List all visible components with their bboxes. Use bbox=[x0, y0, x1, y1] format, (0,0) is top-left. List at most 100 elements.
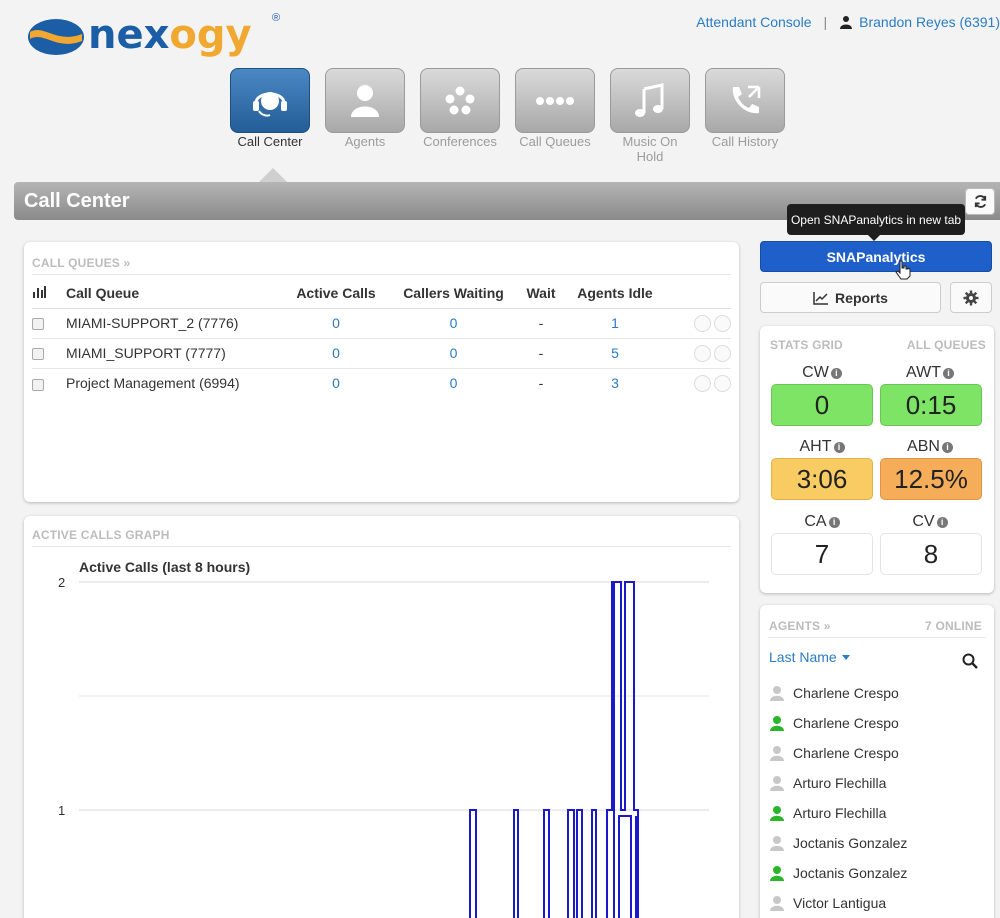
attendant-console-link[interactable]: Attendant Console bbox=[696, 14, 811, 30]
stat-value-ca: 7 bbox=[771, 533, 873, 575]
agent-list-item[interactable]: Victor Lantigua bbox=[769, 888, 979, 918]
nav-tile-label: Music On Hold bbox=[622, 134, 678, 164]
agent-list-item[interactable]: Charlene Crespo bbox=[769, 678, 979, 708]
agent-name: Victor Lantigua bbox=[793, 895, 887, 911]
stat-value-awt: 0:15 bbox=[880, 384, 982, 426]
info-icon[interactable]: i bbox=[941, 442, 953, 453]
info-icon[interactable]: i bbox=[936, 517, 948, 528]
agent-offline-icon bbox=[770, 686, 784, 701]
agents-panel: AGENTS » 7 ONLINE Last Name Charlene Cre… bbox=[760, 605, 994, 918]
snapanalytics-button[interactable]: SNAPanalytics bbox=[760, 241, 992, 280]
snapanalytics-tooltip: Open SNAPanalytics in new tab bbox=[787, 204, 965, 241]
active-calls-value[interactable]: 0 bbox=[286, 338, 386, 369]
nav-tile-call-queues[interactable]: Call Queues bbox=[515, 68, 595, 164]
queue-settings-icon[interactable] bbox=[714, 344, 731, 362]
agents-idle-value[interactable]: 1 bbox=[561, 308, 669, 339]
caret-down-icon bbox=[841, 655, 850, 660]
column-header-agents-idle[interactable]: Agents Idle bbox=[561, 278, 669, 309]
column-header-callers-waiting[interactable]: Callers Waiting bbox=[386, 278, 521, 309]
agent-offline-icon bbox=[770, 836, 784, 851]
agent-name: Charlene Crespo bbox=[793, 715, 899, 731]
agent-list-item[interactable]: Arturo Flechilla bbox=[769, 768, 979, 798]
active-calls-value[interactable]: 0 bbox=[286, 368, 386, 398]
info-icon[interactable]: i bbox=[942, 368, 954, 379]
nav-tile-conferences[interactable]: Conferences bbox=[420, 68, 500, 164]
agents-sort-dropdown[interactable]: Last Name bbox=[769, 649, 850, 665]
callers-waiting-value[interactable]: 0 bbox=[386, 368, 521, 398]
y-tick-label-1: 1 bbox=[58, 803, 65, 818]
y-tick-label-2: 2 bbox=[58, 575, 65, 590]
headset-icon bbox=[253, 91, 287, 116]
call-queues-table: Call Queue Active Calls Callers Waiting … bbox=[32, 278, 731, 398]
queue-settings-icon[interactable] bbox=[714, 314, 731, 332]
agent-login-icon[interactable] bbox=[694, 314, 711, 332]
user-menu[interactable]: Brandon Reyes (6391) bbox=[839, 14, 1000, 30]
refresh-icon bbox=[974, 195, 986, 208]
agents-idle-value[interactable]: 5 bbox=[561, 338, 669, 369]
info-icon[interactable]: i bbox=[833, 442, 845, 453]
call-queues-heading[interactable]: CALL QUEUES » bbox=[32, 256, 130, 270]
stat-label-aht: AHT i bbox=[772, 438, 872, 456]
nexogy-logo: nexogy ® bbox=[26, 12, 280, 60]
agent-list-item[interactable]: Joctanis Gonzalez bbox=[769, 858, 979, 888]
hand-cursor-icon bbox=[895, 260, 911, 280]
agents-idle-value[interactable]: 3 bbox=[561, 368, 669, 398]
reports-button[interactable]: Reports bbox=[760, 282, 941, 313]
agents-online-count: 7 ONLINE bbox=[925, 619, 982, 633]
nav-tile-label: Agents bbox=[344, 134, 386, 149]
nav-tile-music-on-hold[interactable]: Music On Hold bbox=[610, 68, 690, 164]
active-calls-value[interactable]: 0 bbox=[286, 308, 386, 339]
reports-button-label: Reports bbox=[835, 289, 888, 306]
column-header-call-queue[interactable]: Call Queue bbox=[66, 278, 286, 309]
refresh-button[interactable] bbox=[965, 188, 995, 215]
line-chart-icon bbox=[813, 291, 829, 305]
stat-label-cw: CW i bbox=[772, 364, 872, 382]
agent-online-icon bbox=[770, 806, 784, 821]
row-checkbox[interactable] bbox=[32, 318, 44, 331]
settings-button[interactable] bbox=[950, 282, 992, 313]
column-header-wait[interactable]: Wait bbox=[521, 278, 561, 309]
agent-list-item[interactable]: Charlene Crespo bbox=[769, 708, 979, 738]
queue-settings-icon[interactable] bbox=[714, 375, 731, 393]
agents-heading[interactable]: AGENTS » bbox=[769, 619, 831, 633]
callers-waiting-value[interactable]: 0 bbox=[386, 308, 521, 339]
search-icon[interactable] bbox=[962, 653, 978, 669]
row-checkbox[interactable] bbox=[32, 378, 44, 391]
column-header-active-calls[interactable]: Active Calls bbox=[286, 278, 386, 309]
table-row[interactable]: MIAMI-SUPPORT_2 (7776) 0 0 - 1 bbox=[32, 308, 731, 339]
agent-online-icon bbox=[770, 716, 784, 731]
agent-list-item[interactable]: Charlene Crespo bbox=[769, 738, 979, 768]
nav-tile-label: Call Queues bbox=[519, 134, 591, 149]
queue-name: MIAMI_SUPPORT (7777) bbox=[66, 338, 286, 369]
table-row[interactable]: MIAMI_SUPPORT (7777) 0 0 - 5 bbox=[32, 338, 731, 369]
logo-registered-mark: ® bbox=[272, 12, 281, 24]
table-row[interactable]: Project Management (6994) 0 0 - 3 bbox=[32, 368, 731, 398]
stats-grid-scope[interactable]: ALL QUEUES bbox=[907, 338, 986, 352]
callers-waiting-value[interactable]: 0 bbox=[386, 338, 521, 369]
info-icon[interactable]: i bbox=[830, 368, 842, 379]
queue-name: Project Management (6994) bbox=[66, 375, 240, 392]
main-nav: Call Center Agents Conferences Call Queu… bbox=[230, 68, 785, 164]
logo-wordmark: nexogy bbox=[88, 12, 252, 58]
stat-label-awt: AWT i bbox=[880, 364, 980, 382]
user-icon bbox=[840, 16, 853, 29]
nav-tile-agents[interactable]: Agents bbox=[325, 68, 405, 164]
active-calls-chart: Active Calls (last 8 hours) 2 1 bbox=[58, 559, 709, 918]
chart-title: Active Calls (last 8 hours) bbox=[79, 559, 250, 575]
row-checkbox[interactable] bbox=[32, 348, 44, 361]
stat-value-cv: 8 bbox=[880, 533, 982, 575]
person-icon bbox=[351, 84, 379, 117]
agent-list-item[interactable]: Arturo Flechilla bbox=[769, 798, 979, 828]
info-icon[interactable]: i bbox=[828, 517, 840, 528]
nav-tile-label: Call History bbox=[711, 134, 779, 149]
call-queues-panel: CALL QUEUES » Call Queue Active Calls Ca… bbox=[24, 242, 739, 502]
nav-tile-call-center[interactable]: Call Center bbox=[230, 68, 310, 164]
stats-grid-heading: STATS GRID bbox=[770, 338, 843, 352]
agent-list-item[interactable]: Joctanis Gonzalez bbox=[769, 828, 979, 858]
stat-label-ca: CA i bbox=[772, 513, 872, 531]
agent-name: Joctanis Gonzalez bbox=[793, 865, 908, 881]
nav-tile-call-history[interactable]: Call History bbox=[705, 68, 785, 164]
gear-icon bbox=[963, 290, 979, 305]
agent-login-icon[interactable] bbox=[694, 375, 711, 393]
agent-login-icon[interactable] bbox=[694, 344, 711, 362]
